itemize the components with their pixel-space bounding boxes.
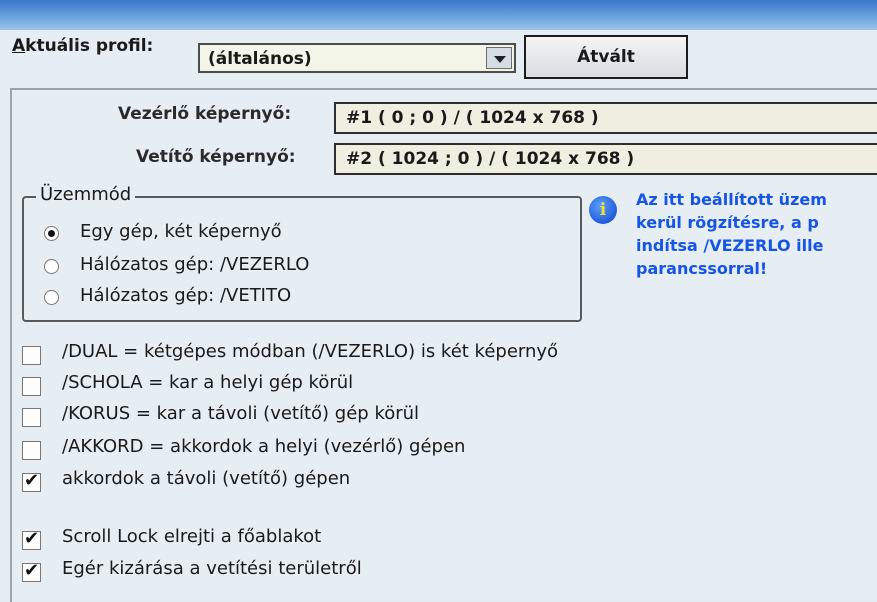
checkbox-label-scroll-lock[interactable]: Scroll Lock elrejti a főablakot: [62, 526, 321, 547]
checkbox-schola[interactable]: [22, 377, 41, 396]
info-icon: i: [589, 196, 617, 224]
info-text-line: indítsa /VEZERLO ille: [636, 236, 824, 255]
checkbox-label-dual[interactable]: /DUAL = kétgépes módban (/VEZERLO) is ké…: [62, 341, 558, 362]
checkbox-label-akkord[interactable]: /AKKORD = akkordok a helyi (vezérlő) gép…: [62, 436, 465, 457]
checkbox-label-korus[interactable]: /KORUS = kar a távoli (vetítő) gép körül: [62, 403, 419, 424]
checkbox-scroll-lock[interactable]: [22, 528, 41, 550]
mode-option-label[interactable]: Egy gép, két képernyő: [80, 221, 282, 242]
info-text-line: Az itt beállított üzem: [636, 190, 827, 209]
info-text-line: kerül rögzítésre, a p: [636, 213, 819, 232]
checkbox-remote-chords[interactable]: [22, 470, 41, 492]
profile-select-value: (általános): [208, 49, 312, 69]
profile-label: Aktuális profil:: [12, 36, 154, 56]
projector-screen-field[interactable]: #2 ( 1024 ; 0 ) / ( 1024 x 768 ): [334, 143, 877, 175]
info-text-line: parancssorral!: [636, 259, 768, 278]
mode-option-label[interactable]: Hálózatos gép: /VEZERLO: [80, 254, 309, 275]
window-title-bar: [0, 0, 877, 30]
checkbox-korus[interactable]: [22, 408, 41, 427]
mode-option-label[interactable]: Hálózatos gép: /VETITO: [80, 285, 291, 306]
chevron-down-icon[interactable]: [486, 47, 512, 69]
checkbox-dual[interactable]: [22, 346, 41, 365]
control-screen-field[interactable]: #1 ( 0 ; 0 ) / ( 1024 x 768 ): [334, 102, 877, 134]
control-screen-label: Vezérlő képernyő:: [118, 104, 292, 124]
checkbox-akkord[interactable]: [22, 441, 41, 460]
profile-select[interactable]: (általános): [198, 43, 516, 73]
mode-group-title: Üzemmód: [36, 184, 136, 205]
mode-radio-vezerlo[interactable]: [44, 259, 59, 274]
switch-profile-button[interactable]: Átvált: [524, 35, 688, 79]
mode-radio-vetito[interactable]: [44, 290, 59, 305]
mode-radio-single[interactable]: [44, 226, 59, 241]
projector-screen-label: Vetítő képernyő:: [136, 147, 296, 167]
checkbox-label-mouse-exclude[interactable]: Egér kizárása a vetítési területről: [62, 558, 362, 579]
checkbox-label-remote-chords[interactable]: akkordok a távoli (vetítő) gépen: [62, 468, 350, 489]
checkbox-label-schola[interactable]: /SCHOLA = kar a helyi gép körül: [62, 372, 353, 393]
checkbox-mouse-exclude[interactable]: [22, 560, 41, 582]
